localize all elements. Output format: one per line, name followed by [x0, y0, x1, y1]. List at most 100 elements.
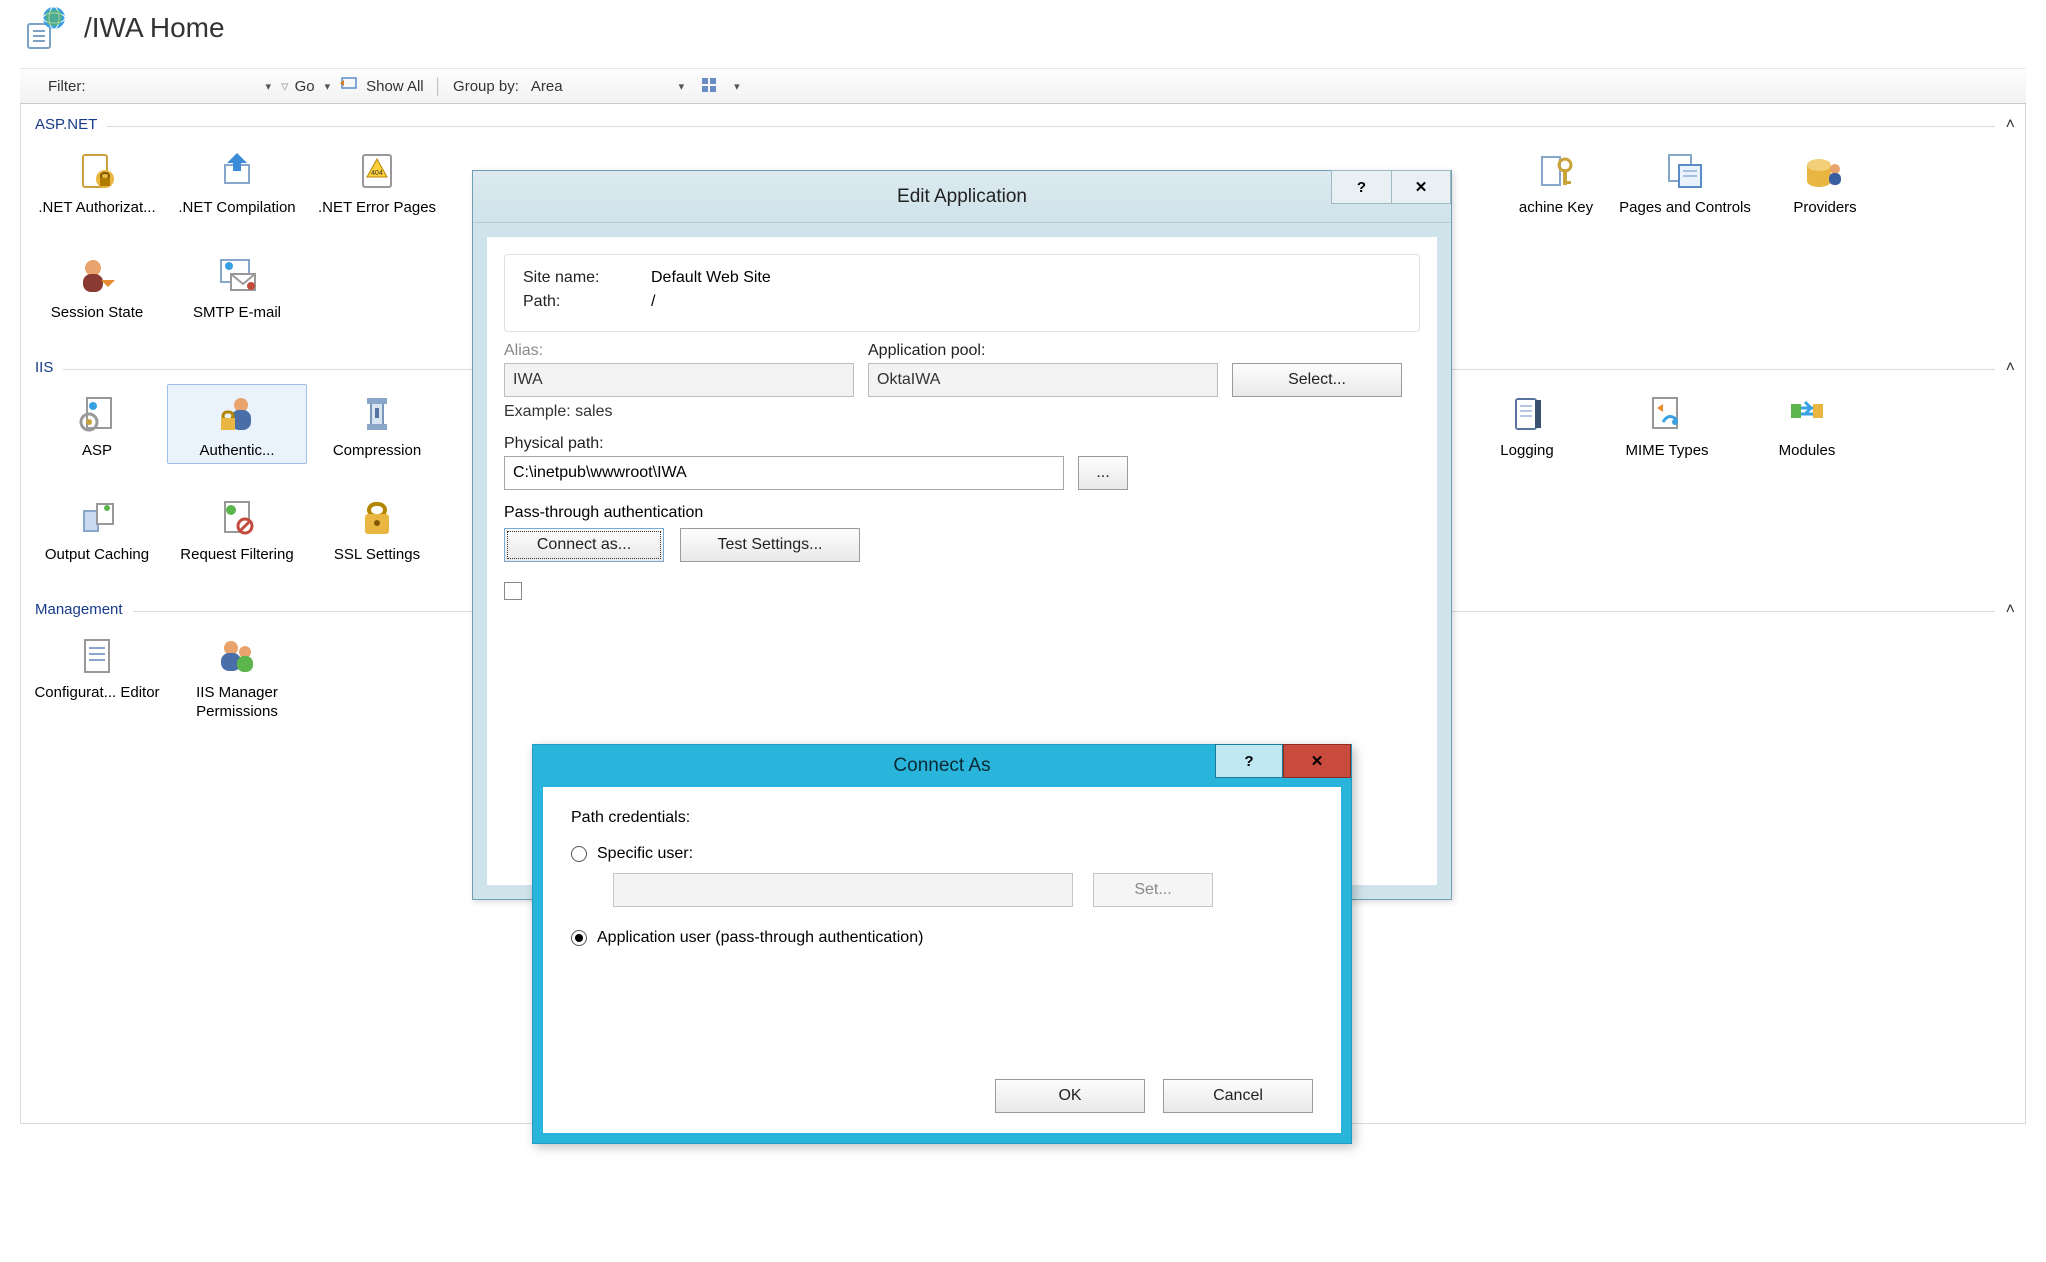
compression-icon — [353, 390, 401, 438]
collapse-iis-icon[interactable]: ˄ — [2006, 359, 2015, 377]
app-pool-label: Application pool: — [868, 342, 1218, 360]
specific-user-radio-row[interactable]: Specific user: — [571, 845, 1313, 863]
collapse-management-icon[interactable]: ˄ — [2006, 601, 2015, 619]
feature-request-filtering[interactable]: Request Filtering — [167, 488, 307, 569]
asp-icon — [73, 390, 121, 438]
feature-modules[interactable]: Modules — [1737, 384, 1877, 465]
application-user-radio-row[interactable]: Application user (pass-through authentic… — [571, 929, 1313, 947]
feature-net-authorization[interactable]: .NET Authorizat... — [27, 141, 167, 222]
feature-label: Logging — [1459, 442, 1595, 461]
group-iis-label: IIS — [35, 359, 63, 376]
app-pool-input — [868, 363, 1218, 397]
feature-label: Session State — [29, 304, 165, 323]
app-icon — [24, 6, 68, 50]
path-label: Path: — [523, 293, 643, 311]
session-state-icon — [73, 252, 121, 300]
feature-label: Request Filtering — [169, 546, 305, 565]
group-management-label: Management — [35, 601, 133, 618]
group-aspnet-label: ASP.NET — [35, 116, 107, 133]
cancel-button[interactable]: Cancel — [1163, 1079, 1313, 1113]
feature-providers[interactable]: Providers — [1755, 141, 1895, 222]
connect-close-button[interactable]: ✕ — [1283, 744, 1351, 778]
group-by-label: Group by: — [453, 78, 519, 95]
select-app-pool-button[interactable]: Select... — [1232, 363, 1402, 397]
feature-label: .NET Compilation — [169, 199, 305, 218]
test-settings-button[interactable]: Test Settings... — [680, 528, 860, 562]
page-title: /IWA Home — [84, 12, 225, 44]
view-dropdown-arrow[interactable]: ▾ — [734, 80, 740, 93]
path-value: / — [651, 293, 655, 311]
feature-output-caching[interactable]: Output Caching — [27, 488, 167, 569]
modules-icon — [1783, 390, 1831, 438]
physical-path-input[interactable] — [504, 456, 1064, 490]
dialog-title: Edit Application — [473, 186, 1451, 208]
feature-mime-types[interactable]: MIME Types — [1597, 384, 1737, 465]
feature-iis-manager-permissions[interactable]: IIS Manager Permissions — [167, 626, 307, 726]
view-dropdown[interactable] — [702, 78, 720, 95]
feature-authentication[interactable]: Authentic... — [167, 384, 307, 465]
feature-pages-controls[interactable]: Pages and Controls — [1615, 141, 1755, 222]
filter-label: Filter: — [48, 78, 86, 95]
ok-button[interactable]: OK — [995, 1079, 1145, 1113]
authorization-icon — [73, 147, 121, 195]
manager-permissions-icon — [213, 632, 261, 680]
alias-input — [504, 363, 854, 397]
feature-machine-key[interactable]: achine Key — [1497, 141, 1615, 222]
feature-label: .NET Authorizat... — [29, 199, 165, 218]
go-button[interactable]: Go — [295, 78, 315, 95]
group-by-value[interactable]: Area — [531, 78, 563, 95]
feature-label: achine Key — [1499, 199, 1613, 218]
collapse-aspnet-icon[interactable]: ˄ — [2006, 116, 2015, 134]
output-caching-icon — [73, 494, 121, 542]
specific-user-input — [613, 873, 1073, 907]
error-pages-icon: 404 — [353, 147, 401, 195]
feature-label: Configurat... Editor — [29, 684, 165, 703]
filter-dropdown-icon[interactable]: ▾ — [266, 80, 272, 93]
ssl-icon — [353, 494, 401, 542]
feature-label: MIME Types — [1599, 442, 1735, 461]
feature-label: Modules — [1739, 442, 1875, 461]
enable-preload-checkbox[interactable] — [504, 582, 522, 600]
logging-icon — [1503, 390, 1551, 438]
show-all-button[interactable]: Show All — [366, 78, 424, 95]
specific-user-label: Specific user: — [597, 845, 693, 863]
radio-unchecked-icon — [571, 846, 587, 862]
feature-net-error-pages[interactable]: 404 .NET Error Pages — [307, 141, 447, 222]
physical-path-label: Physical path: — [504, 435, 1420, 453]
feature-ssl-settings[interactable]: SSL Settings — [307, 488, 447, 569]
alias-example: Example: sales — [504, 403, 1420, 421]
feature-asp[interactable]: ASP — [27, 384, 167, 465]
compilation-icon — [213, 147, 261, 195]
connect-as-dialog: Connect As ? ✕ Path credentials: Specifi… — [532, 744, 1352, 1144]
feature-logging[interactable]: Logging — [1457, 384, 1597, 465]
pages-controls-icon — [1661, 147, 1709, 195]
feature-compression[interactable]: Compression — [307, 384, 447, 465]
go-dropdown-icon[interactable]: ▾ — [325, 80, 331, 93]
help-button[interactable]: ? — [1331, 170, 1391, 204]
config-editor-icon — [73, 632, 121, 680]
filter-input[interactable] — [96, 75, 256, 97]
feature-label: .NET Error Pages — [309, 199, 445, 218]
groupby-dropdown-icon[interactable]: ▾ — [679, 80, 685, 93]
feature-label: Pages and Controls — [1617, 199, 1753, 218]
feature-label: Authentic... — [169, 442, 305, 461]
site-info-panel: Site name: Default Web Site Path: / — [504, 254, 1420, 332]
feature-label: Providers — [1757, 199, 1893, 218]
toolbar: Filter: ▾ ▿ Go ▾ Show All │ Group by: Ar… — [20, 68, 2026, 104]
alias-label: Alias: — [504, 342, 854, 360]
feature-net-compilation[interactable]: .NET Compilation — [167, 141, 307, 222]
machinekey-icon — [1532, 147, 1580, 195]
feature-session-state[interactable]: Session State — [27, 246, 167, 327]
connect-as-button[interactable]: Connect as... — [504, 528, 664, 562]
feature-smtp-email[interactable]: SMTP E-mail — [167, 246, 307, 327]
request-filtering-icon — [213, 494, 261, 542]
browse-button[interactable]: ... — [1078, 456, 1128, 490]
feature-config-editor[interactable]: Configurat... Editor — [27, 626, 167, 726]
authentication-icon — [213, 390, 261, 438]
passthrough-auth-label: Pass-through authentication — [504, 504, 1420, 522]
close-button[interactable]: ✕ — [1391, 170, 1451, 204]
connect-help-button[interactable]: ? — [1215, 744, 1283, 778]
radio-checked-icon — [571, 930, 587, 946]
feature-label: Output Caching — [29, 546, 165, 565]
connect-dialog-titlebar: Connect As ? ✕ — [533, 745, 1351, 787]
